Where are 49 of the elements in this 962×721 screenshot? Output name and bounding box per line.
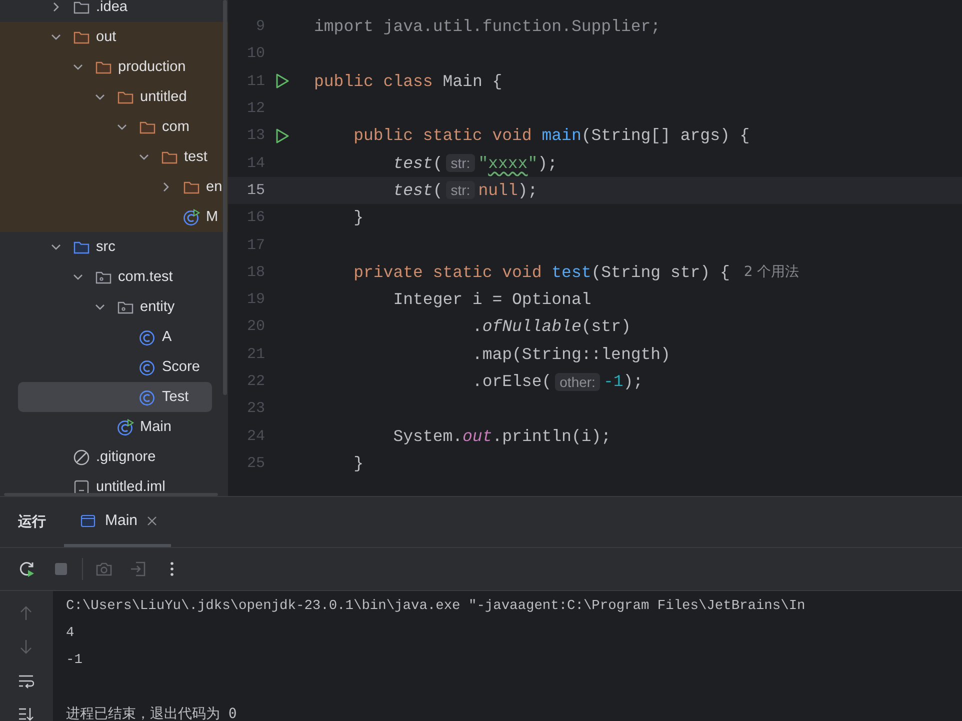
run-tab[interactable]: Main [64, 497, 171, 547]
tree-item[interactable]: entity [4, 292, 224, 322]
tree-item[interactable]: src [4, 232, 224, 262]
code-text: "xxxx"); [478, 154, 558, 173]
soft-wrap-icon[interactable] [18, 673, 34, 689]
console-output-line: C:\Users\LiuYu\.jdks\openjdk-23.0.1\bin\java.exe "-javaagent:C:\Program Files\JetBrains\In [66, 598, 806, 616]
console-icon [80, 512, 96, 528]
tree-item[interactable]: Score [4, 352, 224, 382]
tree-item[interactable]: Test [18, 382, 212, 412]
tree-item[interactable]: Main [4, 412, 224, 442]
code-text: .ofNullable(str) [471, 317, 631, 336]
console-output-line: 进程已结束，退出代码为 0 [66, 705, 238, 721]
code-text: public static void main(String[] args) { [352, 126, 750, 146]
tree-item[interactable]: .gitignore [4, 442, 224, 472]
usage-hint[interactable]: 2 个用法 [744, 263, 800, 282]
code-text: System.out.println(i); [392, 426, 612, 446]
parameter-hint: other: [554, 372, 600, 390]
class-icon [139, 328, 156, 346]
console-output-line: -1 [66, 652, 84, 670]
tree-item[interactable]: A [4, 322, 224, 352]
code-text: import java.util.function.Supplier; [314, 17, 661, 36]
code-text: private static void test(String str) { [352, 262, 730, 282]
code-text: null); [478, 180, 538, 200]
code-text: test( [392, 180, 443, 200]
code-text: -1); [603, 372, 644, 391]
code-text: .orElse( [471, 372, 552, 391]
console-output-line: 4 [66, 625, 76, 643]
line-number: 15 [246, 182, 265, 199]
code-text: Integer i = Optional [392, 290, 592, 310]
class-icon [139, 388, 156, 406]
code-text: } [352, 454, 364, 473]
scrollbar[interactable] [223, 0, 227, 395]
class-run-icon [117, 418, 134, 436]
panel-title: 运行 [18, 513, 46, 531]
scroll-to-end-icon[interactable] [18, 707, 34, 721]
rerun-icon[interactable] [18, 560, 36, 578]
class-run-icon [183, 208, 200, 226]
class-icon [139, 358, 156, 376]
run-icon[interactable] [274, 73, 290, 90]
tree-item[interactable]: com.test [4, 262, 224, 292]
parameter-hint: str: [446, 154, 476, 172]
code-text: public class Main { [314, 72, 502, 91]
run-icon[interactable] [274, 128, 290, 144]
code-text: test( [392, 154, 443, 173]
close-icon[interactable] [146, 516, 157, 526]
parameter-hint: str: [446, 181, 476, 200]
tree-item[interactable]: .idea [4, 0, 224, 22]
code-text: } [352, 208, 364, 228]
code-text: .map(String::length) [471, 344, 670, 364]
